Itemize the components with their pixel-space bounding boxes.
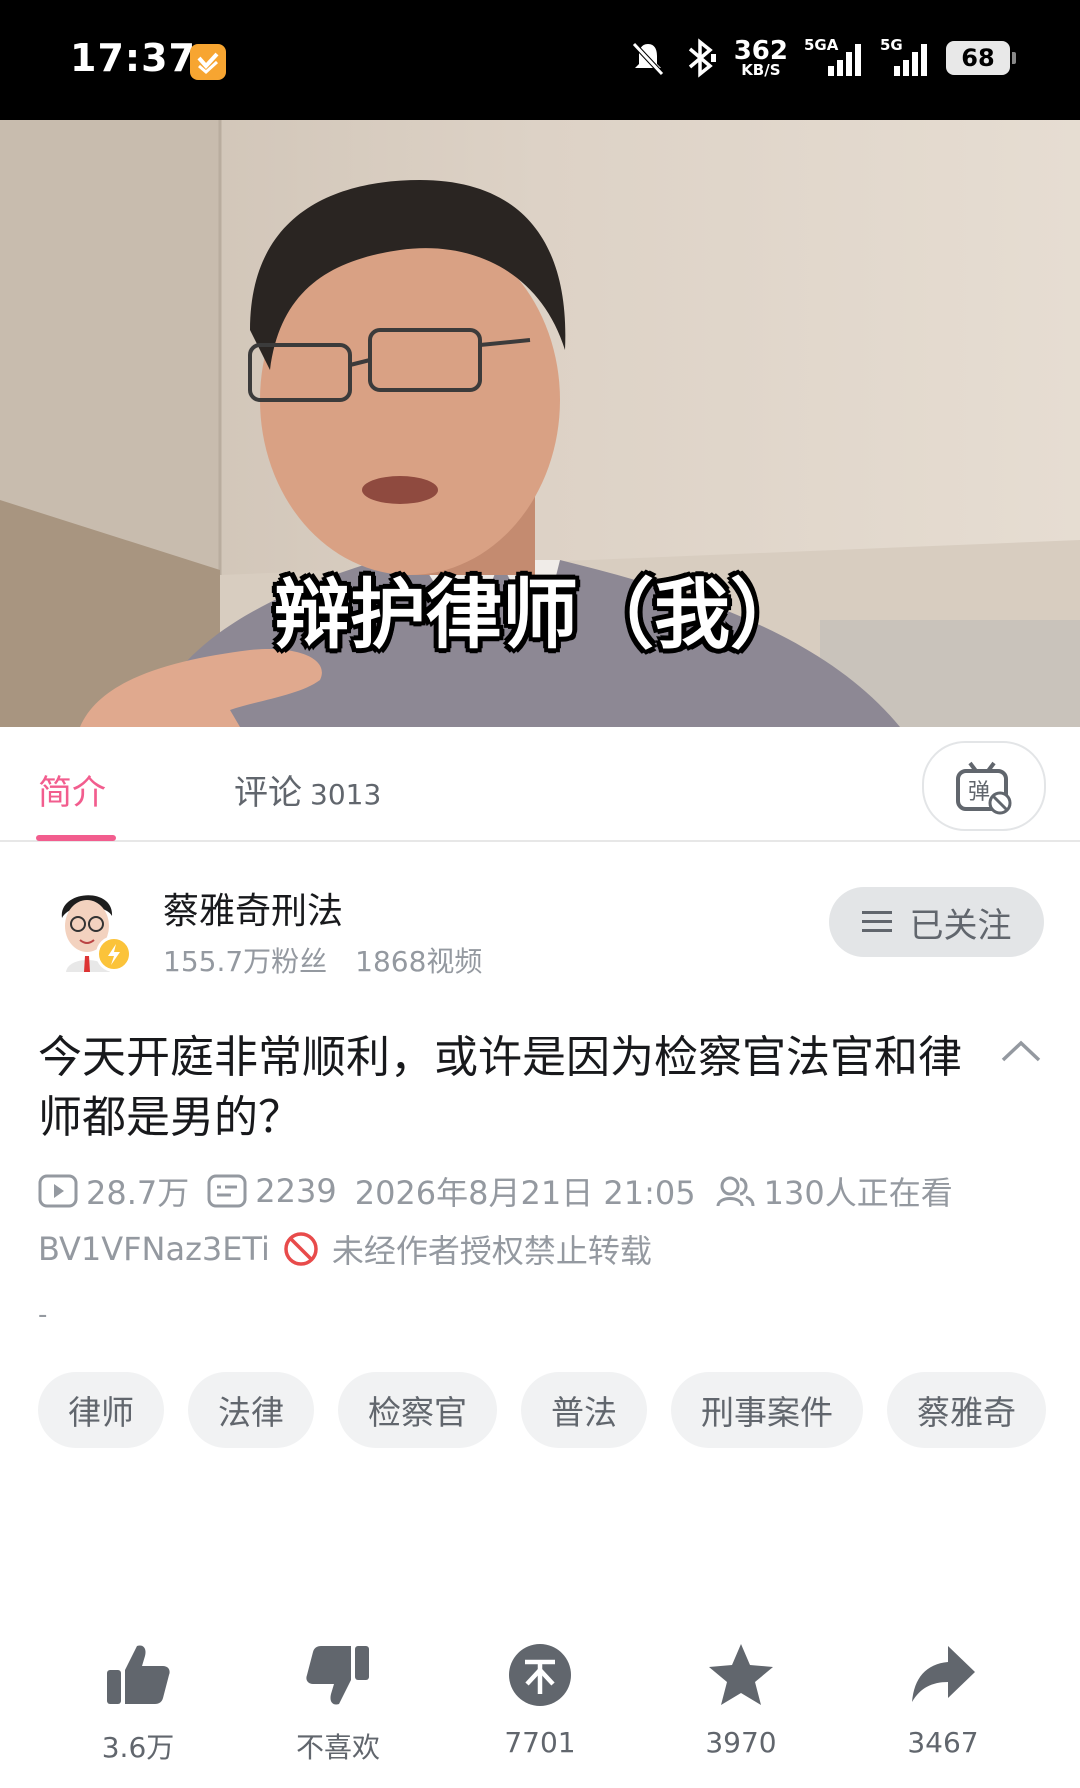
video-player[interactable]: 辩护律师（我） bbox=[0, 120, 1080, 727]
thumbs-down-icon bbox=[306, 1646, 369, 1705]
tag-item[interactable]: 刑事案件 bbox=[671, 1372, 863, 1448]
follow-button[interactable]: 已关注 bbox=[829, 887, 1044, 957]
signal-5ga-icon: 5GA bbox=[804, 36, 864, 78]
video-meta-secondary: BV1VFNaz3ETi 未经作者授权禁止转载 bbox=[38, 1226, 652, 1272]
battery-indicator: 68 bbox=[946, 41, 1016, 75]
tag-item[interactable]: 法律 bbox=[188, 1372, 314, 1448]
follow-button-label: 已关注 bbox=[909, 905, 1012, 946]
uploader-name[interactable]: 蔡雅奇刑法 bbox=[163, 882, 343, 934]
share-button[interactable]: 3467 bbox=[863, 1640, 1023, 1759]
status-time: 17:37 bbox=[70, 36, 196, 80]
view-count: 28.7万 bbox=[38, 1168, 189, 1214]
bluetooth-icon bbox=[688, 38, 716, 78]
tag-item[interactable]: 律师 bbox=[38, 1372, 164, 1448]
coin-count: 7701 bbox=[504, 1726, 576, 1759]
svg-text:弹: 弹 bbox=[968, 780, 990, 805]
mute-icon bbox=[631, 42, 664, 76]
video-description: - bbox=[38, 1300, 48, 1330]
danmaku-count: 2239 bbox=[207, 1172, 337, 1210]
watching-count: 130人正在看 bbox=[714, 1168, 953, 1214]
dislike-label: 不喜欢 bbox=[295, 1731, 380, 1764]
uploader-stats: 155.7万粉丝 1868视频 bbox=[163, 940, 482, 980]
tab-intro[interactable]: 简介 bbox=[38, 765, 106, 814]
share-count: 3467 bbox=[907, 1726, 979, 1759]
danmaku-off-icon: 弹 bbox=[956, 761, 1012, 815]
status-bar: 17:37 362 KB/S 5GA 5G 68 bbox=[0, 0, 1080, 120]
video-subtitle: 辩护律师（我） bbox=[274, 570, 806, 659]
copyright-notice: 未经作者授权禁止转载 bbox=[331, 1232, 652, 1270]
uploader-followers: 155.7万粉丝 bbox=[163, 945, 328, 978]
menu-icon bbox=[861, 911, 892, 932]
signal-5g-icon: 5G bbox=[880, 36, 930, 78]
coin-button[interactable]: 7701 bbox=[460, 1640, 620, 1759]
danmaku-count-icon bbox=[207, 1174, 247, 1208]
danmaku-toggle-button[interactable]: 弹 bbox=[922, 741, 1046, 831]
play-count-icon bbox=[38, 1174, 78, 1208]
app-notification-icon bbox=[190, 44, 226, 80]
verified-badge-icon bbox=[96, 936, 132, 972]
like-button[interactable]: 3.6万 bbox=[58, 1640, 218, 1766]
watching-people-icon bbox=[716, 1176, 755, 1207]
network-speed: 362 KB/S bbox=[733, 35, 788, 79]
tag-item[interactable]: 普法 bbox=[521, 1372, 647, 1448]
tab-comments[interactable]: 评论 3013 bbox=[234, 765, 381, 814]
status-icons: 362 KB/S 5GA 5G 68 bbox=[628, 34, 1016, 82]
like-count: 3.6万 bbox=[101, 1731, 175, 1764]
coin-icon bbox=[509, 1644, 571, 1706]
star-icon bbox=[709, 1644, 773, 1705]
video-meta: 28.7万 2239 2026年8月21日 21:05 130人正在看 bbox=[38, 1168, 971, 1214]
tag-list: 律师 法律 检察官 普法 刑事案件 蔡雅奇 bbox=[38, 1372, 1048, 1448]
no-repost-icon bbox=[284, 1232, 318, 1266]
share-icon bbox=[912, 1646, 975, 1702]
tab-active-indicator bbox=[36, 835, 116, 841]
tab-bar: 简介 评论 3013 弹 bbox=[0, 727, 1080, 842]
favorite-button[interactable]: 3970 bbox=[661, 1640, 821, 1759]
bvid[interactable]: BV1VFNaz3ETi bbox=[38, 1230, 270, 1268]
tab-comments-label: 评论 bbox=[234, 773, 302, 813]
action-bar: 3.6万 不喜欢 7701 3970 3467 bbox=[0, 1640, 1080, 1780]
video-title: 今天开庭非常顺利，或许是因为检察官法官和律师都是男的？ bbox=[38, 1032, 962, 1143]
dislike-button[interactable]: 不喜欢 bbox=[258, 1640, 418, 1766]
tag-item[interactable]: 检察官 bbox=[338, 1372, 497, 1448]
tab-comments-count: 3013 bbox=[310, 778, 382, 811]
chevron-up-icon[interactable] bbox=[1000, 1038, 1042, 1064]
favorite-count: 3970 bbox=[705, 1726, 777, 1759]
uploader-video-count: 1868视频 bbox=[355, 945, 483, 978]
tag-item[interactable]: 蔡雅奇 bbox=[887, 1372, 1046, 1448]
publish-datetime: 2026年8月21日 21:05 bbox=[354, 1174, 696, 1212]
thumbs-up-icon bbox=[107, 1645, 170, 1704]
